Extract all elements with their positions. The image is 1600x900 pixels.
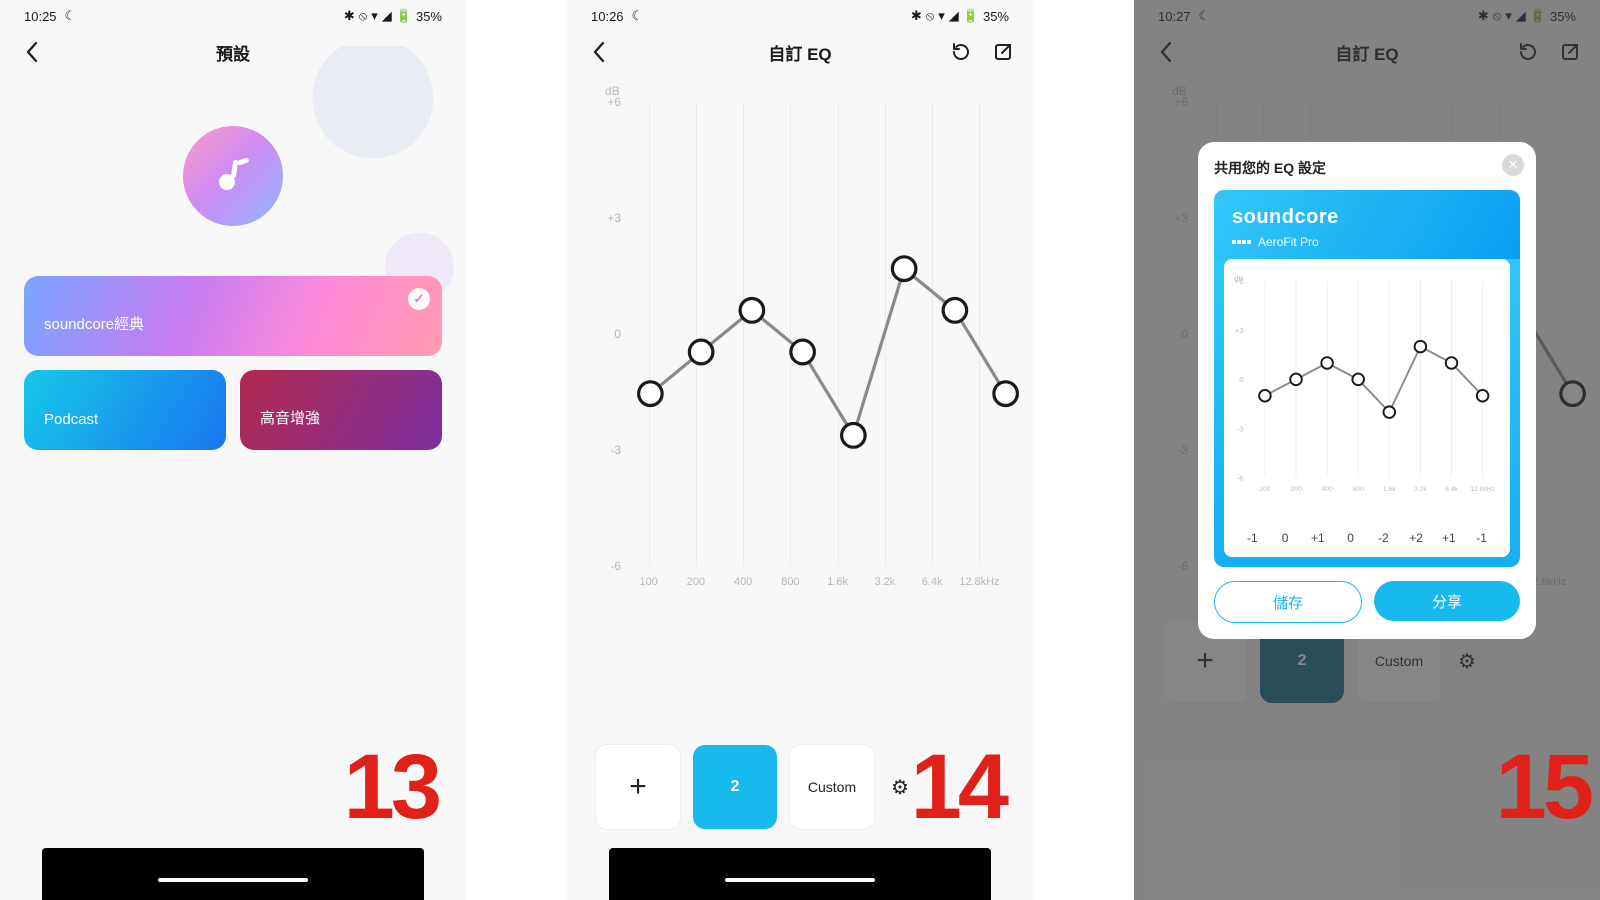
svg-text:0: 0	[1239, 375, 1243, 384]
slot-label: 2	[731, 778, 740, 796]
preset-label: Podcast	[44, 411, 98, 428]
eq-curve[interactable]	[625, 102, 1031, 602]
modal-title: 共用您的 EQ 設定	[1214, 158, 1520, 178]
button-label: 儲存	[1273, 592, 1303, 613]
check-icon: ✓	[408, 288, 430, 310]
eq-area: dB +6+30-3-6 1002004008001.6k3.2k6.4k12.…	[567, 76, 1033, 728]
battery-pct: 35%	[416, 9, 442, 24]
svg-text:400: 400	[1321, 486, 1333, 493]
preset-label: 高音增強	[260, 407, 320, 428]
svg-text:-3: -3	[1237, 424, 1244, 433]
brand-logo: soundcore	[1232, 206, 1502, 229]
eq-x-ticks: 1002004008001.6k3.2k6.4k12.8kHz	[625, 576, 1003, 596]
share-button[interactable]	[989, 38, 1017, 66]
moon-icon: ☾	[632, 8, 644, 24]
slot-label: Custom	[808, 779, 856, 795]
battery-icon: 🔋	[963, 8, 979, 24]
annotation-number: 15	[1496, 735, 1590, 840]
moon-icon: ☾	[65, 8, 77, 24]
dnd-icon: ⦸	[926, 8, 934, 24]
svg-text:-6: -6	[1237, 474, 1244, 483]
db-axis-label: dB	[567, 76, 1033, 98]
svg-text:800: 800	[1353, 486, 1365, 493]
signal-icon: ◢	[382, 8, 392, 24]
save-button[interactable]: 儲存	[1214, 581, 1362, 623]
wifi-icon: ▾	[371, 8, 378, 24]
preset-soundcore-classic[interactable]: ✓ soundcore經典	[24, 276, 442, 356]
svg-text:dB: dB	[1234, 274, 1243, 283]
brand-orb	[183, 126, 283, 226]
share-modal: ✕ 共用您的 EQ 設定 soundcore AeroFit Pro +6+30…	[1198, 142, 1536, 639]
mini-eq-chart: +6+30-3-6dB1002004008001.6k3.2k6.4k12.8k…	[1224, 259, 1510, 557]
svg-text:6.4k: 6.4k	[1445, 486, 1458, 493]
svg-text:200: 200	[1290, 486, 1302, 493]
bluetooth-icon: ✱	[911, 8, 922, 24]
add-slot-button[interactable]: +	[595, 744, 681, 830]
header: 自訂 EQ	[567, 28, 1033, 76]
eq-chart[interactable]: +6+30-3-6 1002004008001.6k3.2k6.4k12.8kH…	[597, 102, 1003, 602]
clock: 10:26	[591, 9, 624, 24]
nav-bar[interactable]	[42, 848, 424, 900]
preset-podcast[interactable]: Podcast	[24, 370, 226, 450]
svg-text:3.2k: 3.2k	[1414, 486, 1427, 493]
share-values: -10+10-2+2+1-1	[1232, 523, 1502, 553]
dnd-icon: ⦸	[359, 8, 367, 24]
svg-text:100: 100	[1259, 486, 1271, 493]
hero	[0, 76, 466, 276]
preset-list: ✓ soundcore經典 Podcast 高音增強	[0, 276, 466, 450]
wifi-icon: ▾	[938, 8, 945, 24]
preset-label: soundcore經典	[44, 313, 144, 334]
phone-13: 10:25 ☾ ✱ ⦸ ▾ ◢ 🔋 35% 預設	[0, 0, 466, 900]
note-icon	[215, 158, 251, 194]
battery-icon: 🔋	[396, 8, 412, 24]
phone-14: 10:26 ☾ ✱ ⦸ ▾ ◢ 🔋 35% 自訂 EQ	[567, 0, 1033, 900]
annotation-number: 14	[911, 735, 1005, 840]
eq-y-ticks: +6+30-3-6	[597, 102, 621, 566]
mini-x-ticks	[1260, 509, 1520, 523]
share-card: soundcore AeroFit Pro +6+30-3-6dB1002004…	[1214, 190, 1520, 567]
share-confirm-button[interactable]: 分享	[1374, 581, 1520, 621]
signal-icon: ◢	[949, 8, 959, 24]
phone-15: 10:27 ☾ ✱ ⦸ ▾ ◢ 🔋 35% 自訂 EQ	[1134, 0, 1600, 900]
button-label: 分享	[1432, 591, 1462, 612]
svg-text:1.6k: 1.6k	[1383, 486, 1396, 493]
slot-2[interactable]: 2	[693, 745, 777, 829]
battery-pct: 35%	[983, 9, 1009, 24]
annotation-number: 13	[344, 735, 438, 840]
bluetooth-icon: ✱	[344, 8, 355, 24]
nav-bar[interactable]	[609, 848, 991, 900]
reset-button[interactable]	[947, 38, 975, 66]
svg-text:+3: +3	[1235, 326, 1244, 335]
preset-treble-boost[interactable]: 高音增強	[240, 370, 442, 450]
svg-text:12.8kHz: 12.8kHz	[1470, 486, 1495, 493]
back-button[interactable]	[583, 36, 615, 68]
device-name: AeroFit Pro	[1258, 235, 1319, 249]
clock: 10:25	[24, 9, 57, 24]
status-bar: 10:26 ☾ ✱ ⦸ ▾ ◢ 🔋 35%	[567, 0, 1033, 28]
close-button[interactable]: ✕	[1502, 154, 1524, 176]
slot-custom[interactable]: Custom	[789, 744, 875, 830]
gear-icon[interactable]: ⚙	[891, 775, 909, 800]
grid-icon	[1232, 240, 1251, 244]
status-bar: 10:25 ☾ ✱ ⦸ ▾ ◢ 🔋 35%	[0, 0, 466, 28]
